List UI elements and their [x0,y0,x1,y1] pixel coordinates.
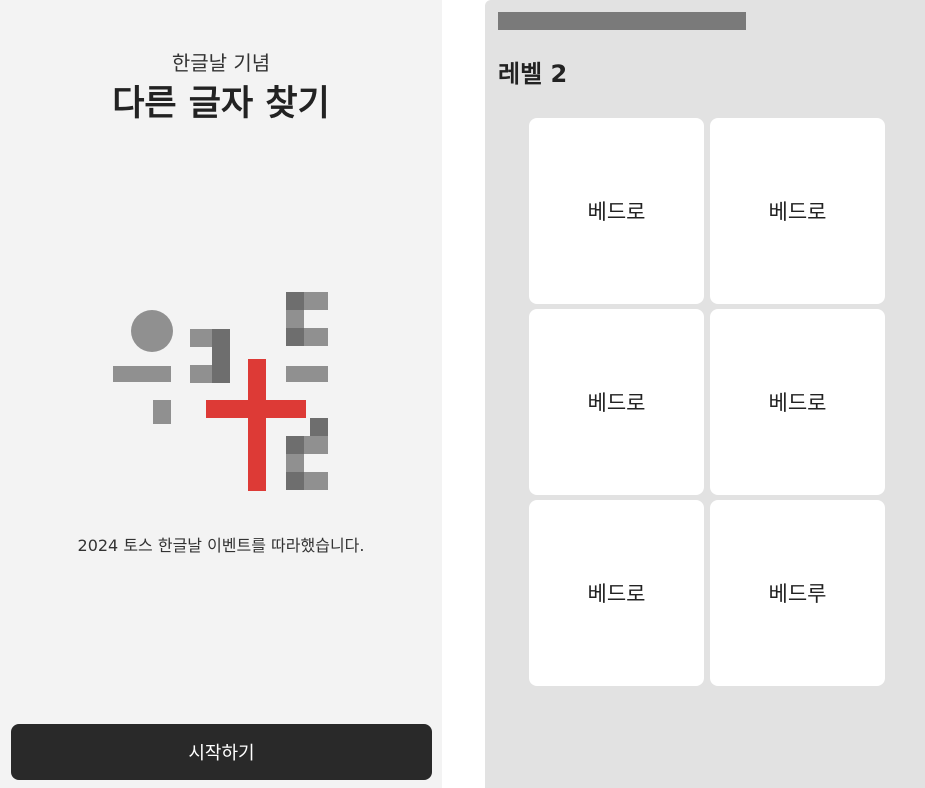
intro-panel: 한글날 기념 다른 글자 찾기 2024 토스 한글날 이벤트를 따라했습니다.… [0,0,442,788]
intro-title: 다른 글자 찾기 [112,84,330,124]
start-button[interactable]: 시작하기 [11,724,432,780]
letter-card[interactable]: 베드루 [710,500,885,686]
game-panel: 레벨 2 베드로 베드로 베드로 베드로 베드로 베드루 [485,0,925,788]
progress-bar [498,12,898,30]
level-label: 레벨 2 [498,60,568,88]
intro-description: 2024 토스 한글날 이벤트를 따라했습니다. [77,536,365,555]
letter-card[interactable]: 베드로 [529,309,704,495]
card-grid: 베드로 베드로 베드로 베드로 베드로 베드루 [529,118,885,686]
letter-card[interactable]: 베드로 [529,500,704,686]
letter-card[interactable]: 베드로 [710,118,885,304]
hangul-day-logo [110,290,330,495]
progress-bar-fill [498,12,746,30]
letter-card[interactable]: 베드로 [710,309,885,495]
intro-subtitle: 한글날 기념 [171,51,271,75]
letter-card[interactable]: 베드로 [529,118,704,304]
